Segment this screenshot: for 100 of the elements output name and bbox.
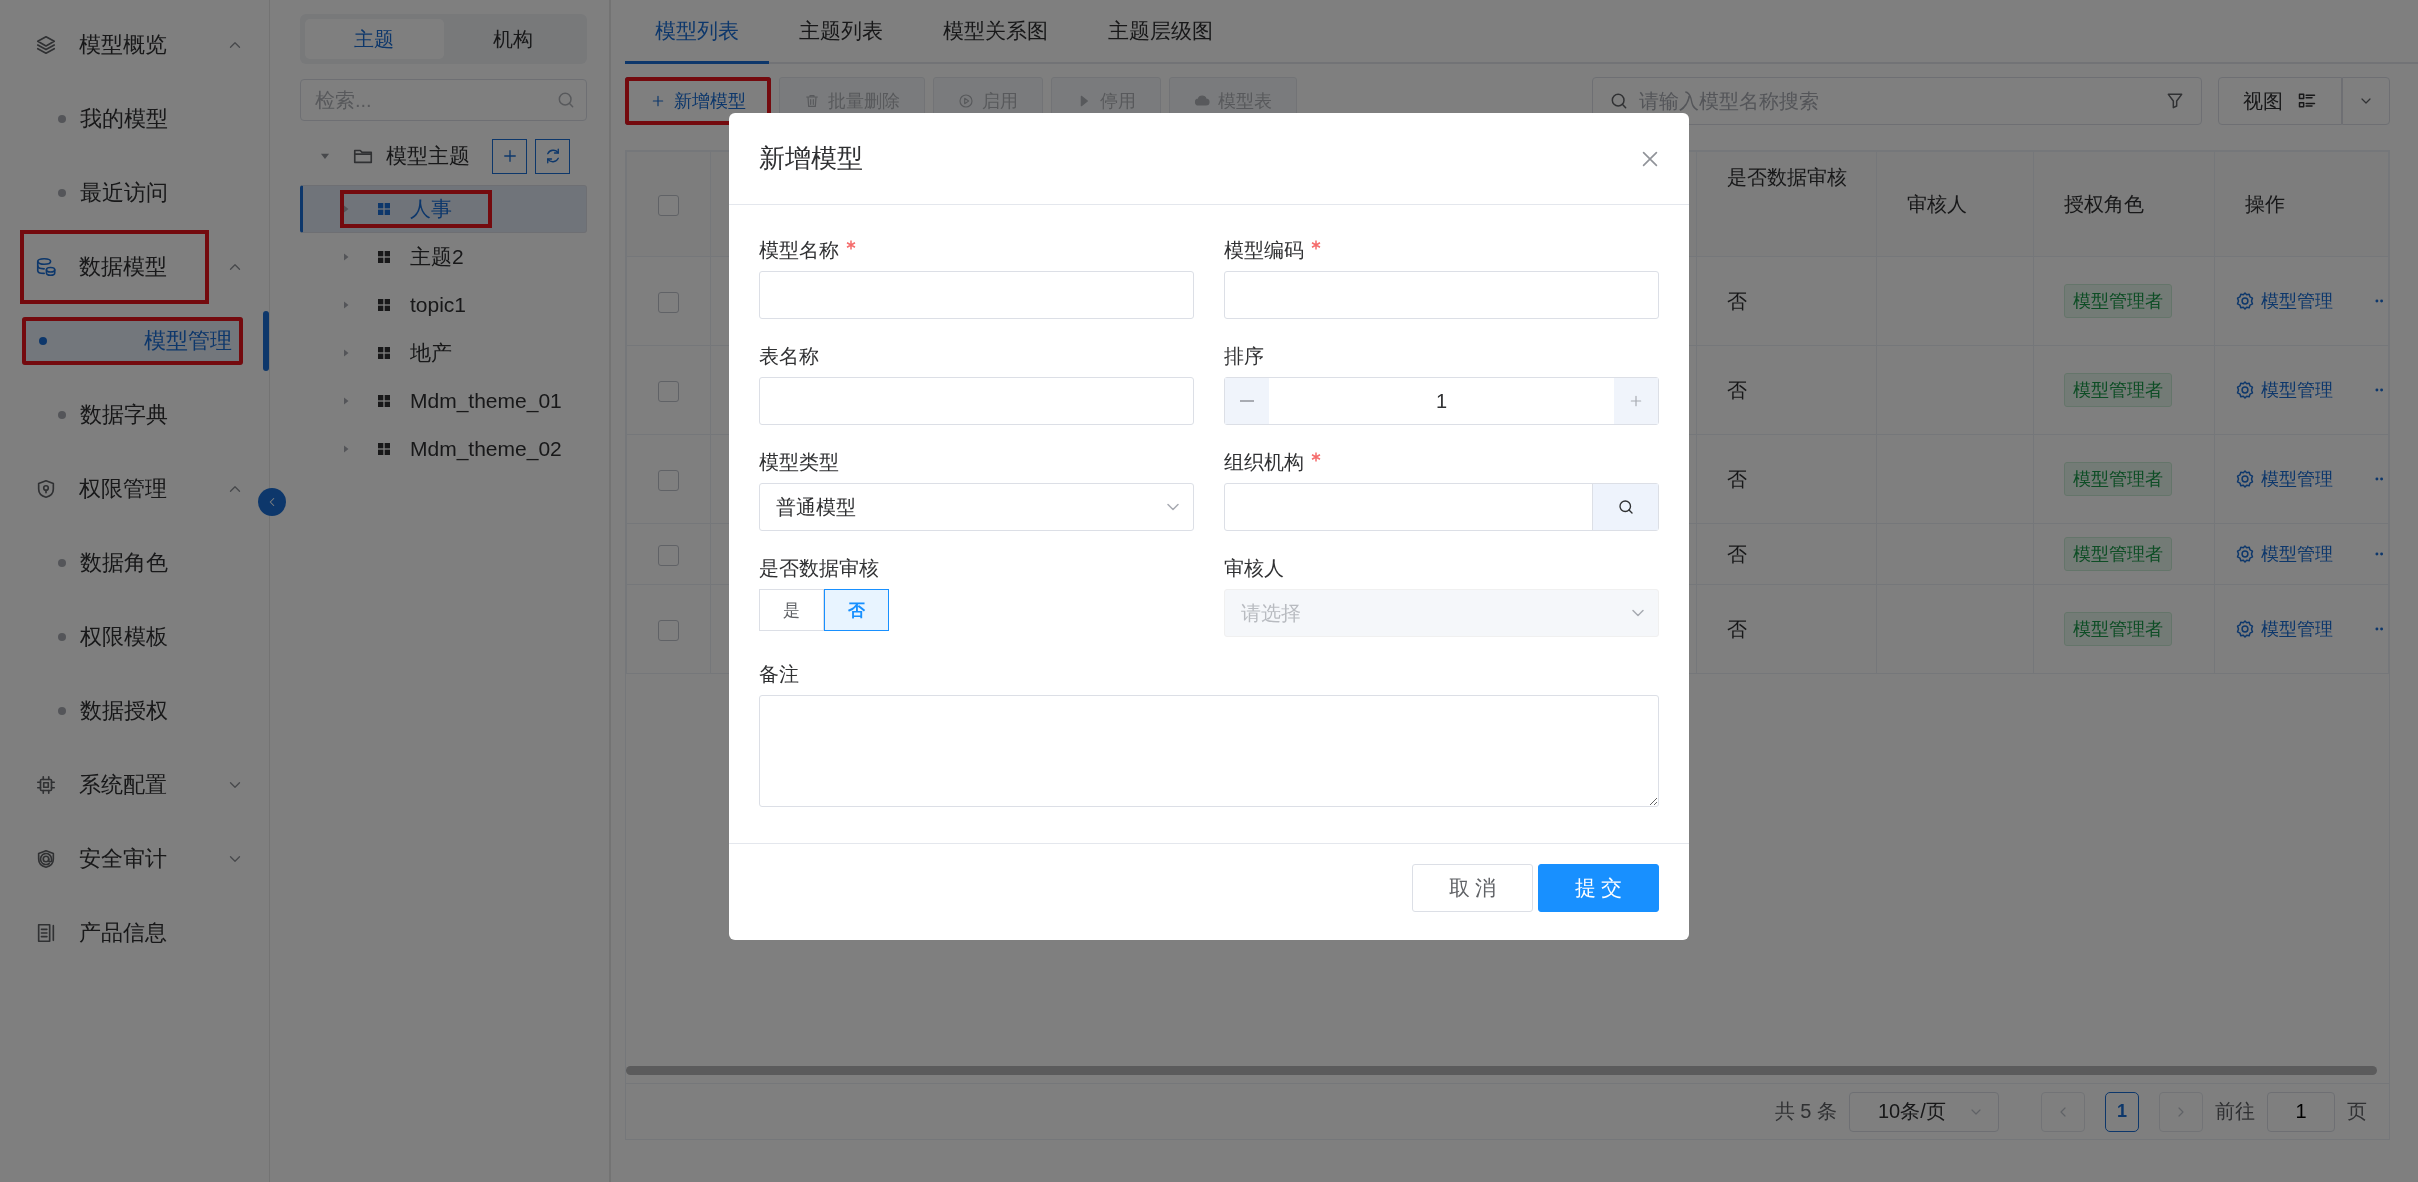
dropdown-field[interactable]: 普通模型: [759, 483, 1194, 531]
toggle-option[interactable]: 否: [824, 589, 889, 631]
grid-icon: [376, 249, 392, 265]
link[interactable]: 模型管理: [2235, 289, 2333, 313]
plus-icon: [1628, 393, 1644, 409]
document-icon: [35, 922, 57, 944]
layers-icon: [35, 34, 57, 56]
bullet-icon: [58, 189, 66, 197]
tree-node[interactable]: 人事: [300, 185, 587, 233]
previous-page-button[interactable]: [2041, 1091, 2085, 1132]
page-button[interactable]: 1: [2105, 1091, 2139, 1132]
shield-icon: [35, 478, 57, 500]
add-button[interactable]: [492, 138, 527, 174]
toggle-option[interactable]: 是: [759, 589, 824, 631]
dropdown-button[interactable]: [2342, 77, 2390, 125]
checkbox[interactable]: [658, 380, 679, 402]
table-cell: 否: [1696, 523, 1877, 585]
checkbox[interactable]: [658, 544, 679, 566]
role-tag: 模型管理者: [2064, 462, 2172, 496]
page-unit: 页: [2347, 1099, 2367, 1124]
cloud-icon: [1194, 93, 1210, 109]
lookup-field[interactable]: [1224, 483, 1659, 531]
submit-button[interactable]: 提 交: [1538, 864, 1659, 912]
total-count: 共 5 条: [1774, 1099, 1837, 1124]
sidebar-item[interactable]: 数据角色: [22, 531, 247, 595]
tree-node[interactable]: 主题2: [300, 233, 587, 281]
input-field[interactable]: [759, 271, 1194, 319]
tab[interactable]: 主题: [305, 19, 444, 59]
tree-node[interactable]: topic1: [300, 281, 587, 329]
field-label: 模型类型: [759, 449, 839, 475]
role-tag: 模型管理者: [2064, 537, 2172, 571]
sidebar-item[interactable]: 安全审计: [20, 822, 209, 896]
checkbox[interactable]: [658, 291, 679, 313]
text-area[interactable]: [759, 695, 1659, 807]
checkbox[interactable]: [658, 469, 679, 491]
tab[interactable]: 主题层级图: [1078, 0, 1243, 64]
table-cell: 否: [1696, 256, 1877, 346]
input-field[interactable]: [759, 377, 1194, 425]
sidebar-item[interactable]: 权限模板: [22, 605, 247, 669]
gear-icon: [2235, 469, 2255, 489]
page-input[interactable]: 1: [2267, 1091, 2335, 1132]
checkbox[interactable]: [658, 619, 679, 641]
grid-icon: [376, 201, 392, 217]
search-icon: [1609, 91, 1629, 111]
view-button[interactable]: 视图: [2218, 77, 2342, 125]
sidebar-item[interactable]: 产品信息: [20, 896, 209, 970]
next-page-button[interactable]: [2159, 1091, 2203, 1132]
toolbar-button[interactable]: 新增模型: [625, 77, 771, 125]
role-tag: 模型管理者: [2064, 612, 2172, 646]
number-input[interactable]: 1: [1224, 377, 1659, 425]
minus-icon: [1240, 400, 1254, 402]
table-cell: 否: [1696, 345, 1877, 435]
sidebar-item[interactable]: 数据模型: [20, 230, 209, 304]
chip-icon: [35, 774, 57, 796]
grid-icon: [376, 345, 392, 361]
role-tag: 模型管理者: [2064, 373, 2172, 407]
sidebar-item[interactable]: 权限管理: [20, 452, 209, 526]
tab[interactable]: 模型关系图: [913, 0, 1078, 64]
column-header: 审核人: [1876, 151, 2034, 257]
page-size-select[interactable]: 10条/页: [1849, 1091, 1999, 1132]
tab[interactable]: 机构: [443, 19, 582, 59]
tree-node[interactable]: Mdm_theme_01: [300, 377, 587, 425]
link[interactable]: 模型管理: [2235, 467, 2333, 491]
search-icon: [1616, 498, 1635, 516]
tree-node[interactable]: Mdm_theme_02: [300, 425, 587, 473]
sidebar-item[interactable]: 模型管理: [22, 317, 244, 365]
column-header: 操作: [2214, 151, 2389, 257]
checkbox[interactable]: [658, 194, 679, 216]
gear-icon: [2235, 380, 2255, 400]
bullet-icon: [58, 411, 66, 419]
field-label: 排序: [1224, 343, 1264, 369]
active-indicator: [263, 311, 269, 371]
scrollbar[interactable]: [626, 1066, 2377, 1075]
role-tag: 模型管理者: [2064, 284, 2172, 318]
shield-icon: [35, 848, 57, 870]
link[interactable]: 模型管理: [2235, 378, 2333, 402]
tree-node[interactable]: 模型主题: [386, 142, 470, 170]
field-label: 审核人: [1224, 555, 1284, 581]
filter-icon: [2165, 91, 2185, 111]
column-header: 授权角色: [2033, 151, 2215, 257]
tab[interactable]: 模型列表: [625, 0, 769, 64]
sidebar-item[interactable]: 数据字典: [22, 383, 247, 447]
refresh-button[interactable]: [535, 138, 570, 174]
gear-icon: [2235, 544, 2255, 564]
input-field[interactable]: [1224, 271, 1659, 319]
sidebar-item[interactable]: 我的模型: [22, 87, 247, 151]
cancel-button[interactable]: 取 消: [1412, 864, 1533, 912]
table-cell: 否: [1696, 434, 1877, 524]
link[interactable]: 模型管理: [2235, 617, 2333, 641]
sidebar-item[interactable]: 系统配置: [20, 748, 209, 822]
sidebar-item[interactable]: 数据授权: [22, 679, 247, 743]
field-label: 是否数据审核: [759, 555, 879, 581]
bullet-icon: [58, 707, 66, 715]
column-header: 是否数据审核: [1696, 151, 1877, 257]
tab[interactable]: 主题列表: [769, 0, 913, 64]
field-label: 备注: [759, 661, 799, 687]
tree-node[interactable]: 地产: [300, 329, 587, 377]
sidebar-item[interactable]: 模型概览: [20, 8, 209, 82]
sidebar-item[interactable]: 最近访问: [22, 161, 247, 225]
trash-icon: [804, 93, 820, 109]
